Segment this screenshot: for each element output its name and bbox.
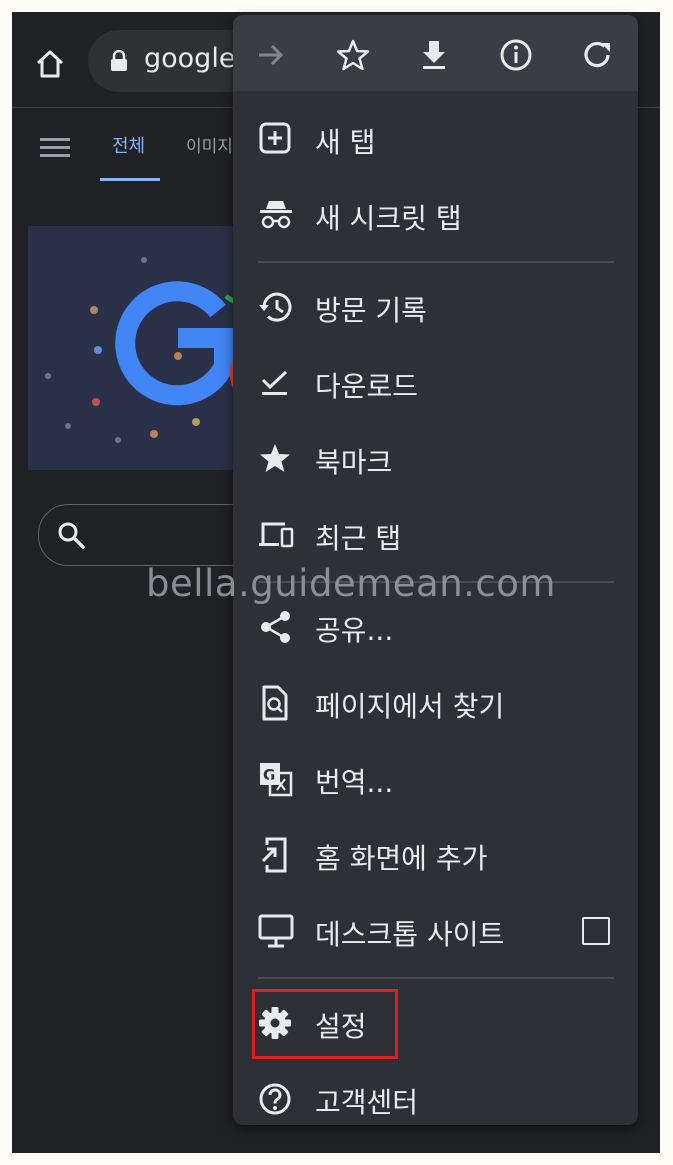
translate-icon: G xyxy=(257,761,295,797)
menu-item-help[interactable]: 고객센터 xyxy=(233,1063,638,1125)
settings-highlight-box xyxy=(252,989,398,1059)
bookmark-star-icon[interactable] xyxy=(333,35,373,75)
lock-icon xyxy=(110,49,128,72)
desktop-site-checkbox[interactable] xyxy=(582,917,610,945)
hamburger-menu-icon[interactable] xyxy=(40,136,72,160)
menu-item-label: 페이지에서 찾기 xyxy=(315,690,505,723)
share-icon xyxy=(257,609,295,645)
home-icon[interactable] xyxy=(32,46,68,82)
recent-tabs-icon xyxy=(257,517,295,553)
menu-item-history[interactable]: 방문 기록 xyxy=(233,271,638,343)
menu-item-recent-tabs[interactable]: 최근 탭 xyxy=(233,499,638,571)
bookmarks-icon xyxy=(257,441,295,477)
find-in-page-icon xyxy=(257,685,295,721)
menu-item-label: 새 탭 xyxy=(315,126,376,159)
menu-item-new-tab[interactable]: 새 탭 xyxy=(233,103,638,175)
menu-item-label: 다운로드 xyxy=(315,370,419,403)
tab-all[interactable]: 전체 xyxy=(112,132,145,158)
menu-item-desktop-site[interactable]: 데스크톱 사이트 xyxy=(233,895,638,967)
google-doodle[interactable] xyxy=(28,226,268,470)
menu-item-label: 방문 기록 xyxy=(315,294,427,327)
menu-item-label: 고객센터 xyxy=(315,1086,419,1119)
forward-icon[interactable] xyxy=(251,35,291,75)
watermark: bella.guidemean.com xyxy=(146,562,556,605)
menu-item-label: 북마크 xyxy=(315,446,393,479)
downloads-icon xyxy=(257,365,295,401)
menu-item-label: 번역... xyxy=(315,766,394,799)
download-icon[interactable] xyxy=(414,35,454,75)
menu-divider xyxy=(258,977,614,979)
menu-item-label: 홈 화면에 추가 xyxy=(315,842,488,875)
search-icon xyxy=(57,521,85,549)
menu-divider xyxy=(258,261,614,263)
menu-item-downloads[interactable]: 다운로드 xyxy=(233,347,638,419)
menu-icon-row xyxy=(233,15,638,91)
tab-images[interactable]: 이미지 xyxy=(186,132,233,157)
menu-item-label: 새 시크릿 탭 xyxy=(315,202,462,235)
menu-item-label: 공유... xyxy=(315,614,394,647)
help-icon xyxy=(257,1081,295,1117)
menu-item-add-to-home-screen[interactable]: 홈 화면에 추가 xyxy=(233,819,638,891)
menu-item-translate[interactable]: G 번역... xyxy=(233,743,638,815)
url-text: google. xyxy=(144,43,245,74)
info-icon[interactable] xyxy=(496,35,536,75)
active-tab-indicator xyxy=(100,178,160,181)
incognito-icon xyxy=(257,197,295,233)
refresh-icon[interactable] xyxy=(577,35,617,75)
menu-item-bookmarks[interactable]: 북마크 xyxy=(233,423,638,495)
menu-item-label: 최근 탭 xyxy=(315,522,402,555)
menu-item-find-in-page[interactable]: 페이지에서 찾기 xyxy=(233,667,638,739)
add-to-home-icon xyxy=(257,837,295,873)
new-tab-icon xyxy=(257,121,295,157)
menu-item-new-incognito-tab[interactable]: 새 시크릿 탭 xyxy=(233,179,638,251)
desktop-icon xyxy=(257,913,295,949)
history-icon xyxy=(257,289,295,325)
menu-item-label: 데스크톱 사이트 xyxy=(315,918,505,951)
